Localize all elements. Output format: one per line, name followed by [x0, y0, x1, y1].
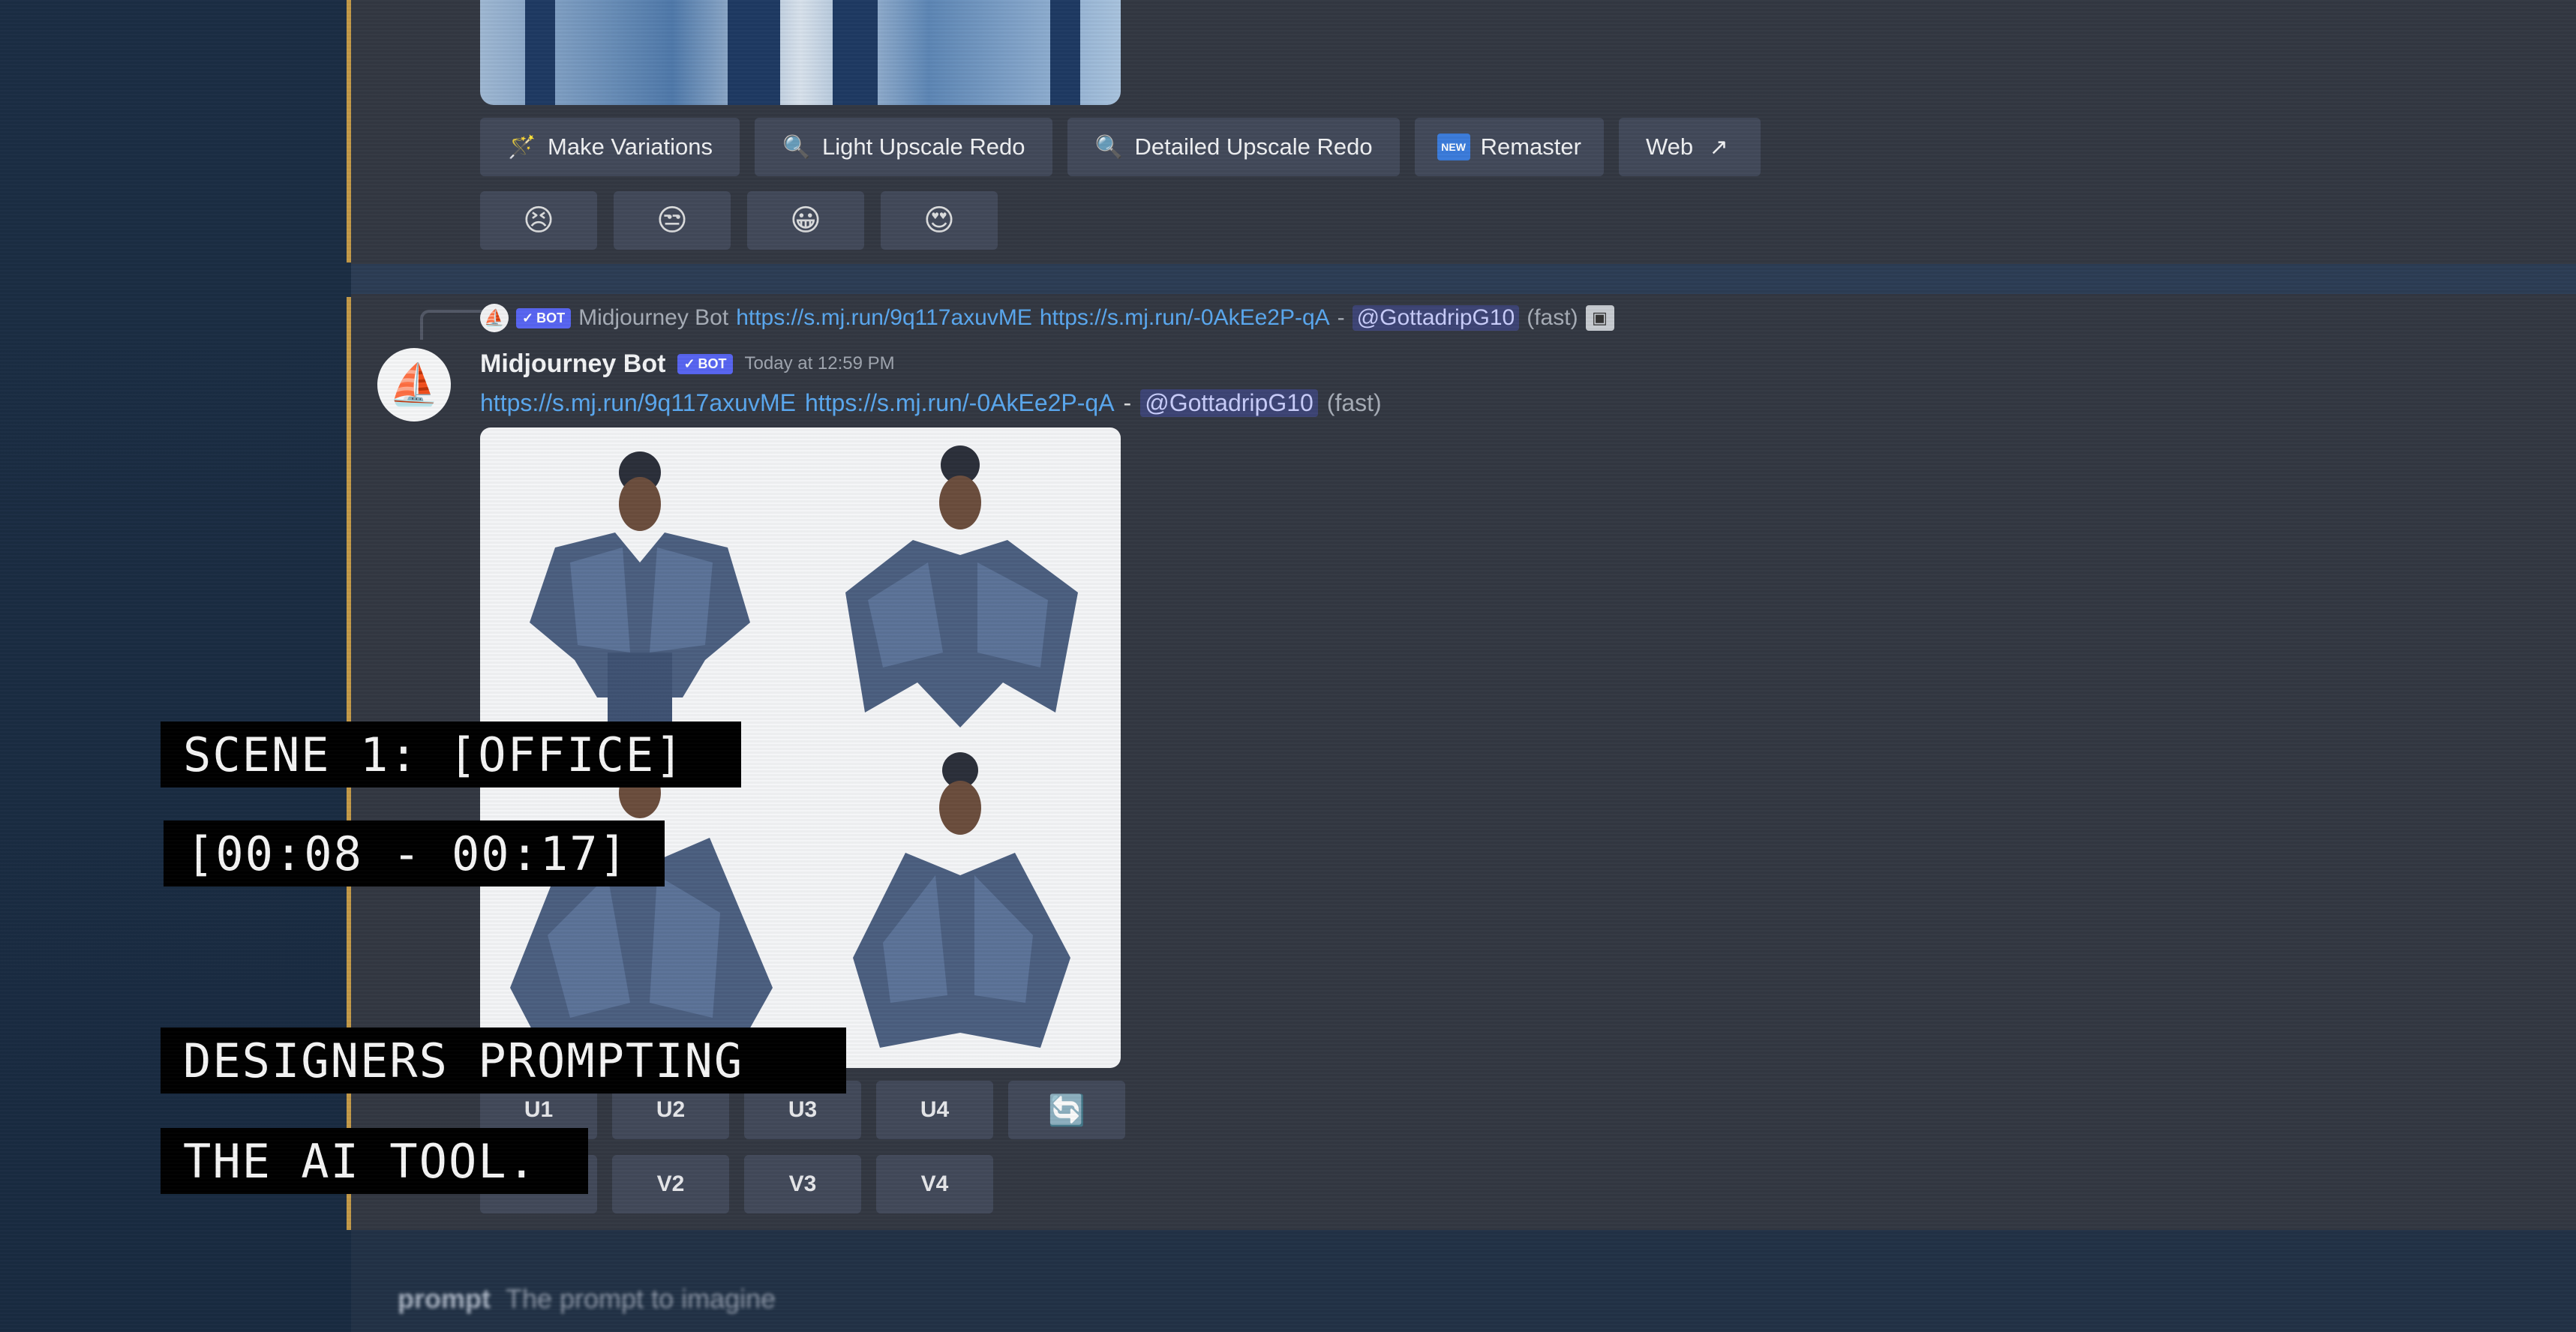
- username[interactable]: Midjourney Bot: [480, 350, 665, 379]
- reply-link[interactable]: https://s.mj.run/9q117axuvME: [736, 305, 1032, 331]
- bot-badge-label: BOT: [698, 356, 727, 371]
- scene-caption: SCENE 1: [OFFICE]: [161, 722, 741, 788]
- reply-connector: [420, 310, 483, 340]
- grid-image-3: [480, 748, 800, 1068]
- message-header: Midjourney Bot ✓ BOT Today at 12:59 PM: [480, 343, 895, 385]
- button-label: Detailed Upscale Redo: [1134, 134, 1373, 160]
- reply-reference[interactable]: ⛵ ✓ BOT Midjourney Bot https://s.mj.run/…: [480, 300, 1614, 336]
- detailed-upscale-redo-button[interactable]: 🔍 Detailed Upscale Redo: [1067, 118, 1400, 176]
- new-badge-icon: NEW: [1437, 134, 1470, 160]
- external-link-icon: ↗: [1709, 134, 1728, 160]
- bot-badge-label: BOT: [536, 310, 566, 326]
- sailboat-icon: ⛵: [480, 304, 509, 332]
- u4-button[interactable]: U4: [876, 1081, 993, 1139]
- previous-image-attachment[interactable]: [480, 0, 1121, 105]
- reply-link[interactable]: https://s.mj.run/-0AkEe2P-qA: [1040, 305, 1330, 331]
- description-caption-line-1: DESIGNERS PROMPTING: [161, 1028, 846, 1094]
- previous-message-actions: 🪄 Make Variations 🔍 Light Upscale Redo 🔍…: [480, 118, 1761, 176]
- mode-label: (fast): [1527, 305, 1578, 330]
- message-accent-bar: [347, 0, 351, 262]
- prompt-option-label: prompt: [398, 1283, 491, 1314]
- mode-label: (fast): [1326, 388, 1382, 416]
- message-content: https://s.mj.run/9q117axuvME https://s.m…: [480, 384, 1382, 422]
- message-link[interactable]: https://s.mj.run/-0AkEe2P-qA: [805, 389, 1115, 417]
- magic-wand-icon: 🪄: [508, 134, 536, 160]
- grid-image-2: [800, 428, 1121, 748]
- unamused-face-icon[interactable]: 😒: [614, 191, 731, 250]
- heart-eyes-icon[interactable]: 😍: [881, 191, 998, 250]
- message-divider: [351, 264, 2576, 294]
- make-variations-button[interactable]: 🪄 Make Variations: [480, 118, 740, 176]
- button-label: Remaster: [1480, 134, 1581, 160]
- description-caption-line-2: THE AI TOOL.: [161, 1128, 588, 1194]
- reroll-button[interactable]: 🔄: [1008, 1081, 1125, 1139]
- light-upscale-redo-button[interactable]: 🔍 Light Upscale Redo: [754, 118, 1052, 176]
- rating-reactions: 😣 😒 😀 😍: [480, 191, 998, 250]
- verified-check-icon: ✓: [522, 310, 534, 326]
- v3-button[interactable]: V3: [744, 1155, 861, 1214]
- separator: -: [1123, 388, 1132, 416]
- avatar[interactable]: ⛵: [377, 348, 451, 422]
- separator: -: [1337, 305, 1345, 330]
- prompt-placeholder: The prompt to imagine: [505, 1283, 776, 1314]
- bot-badge: ✓ BOT: [677, 353, 733, 374]
- image-icon: ▣: [1585, 305, 1614, 331]
- smiley-face-icon[interactable]: 😀: [747, 191, 864, 250]
- user-mention[interactable]: @GottadripG10: [1140, 388, 1318, 417]
- timestamp: Today at 12:59 PM: [744, 353, 895, 374]
- verified-check-icon: ✓: [683, 356, 695, 371]
- v2-button[interactable]: V2: [612, 1155, 729, 1214]
- grid-image-4: [800, 748, 1121, 1068]
- sailboat-icon: ⛵: [389, 361, 440, 408]
- bot-badge: ✓ BOT: [516, 308, 572, 328]
- remaster-button[interactable]: NEW Remaster: [1414, 118, 1604, 176]
- message-link[interactable]: https://s.mj.run/9q117axuvME: [480, 389, 796, 417]
- button-label: Web: [1645, 134, 1694, 160]
- magnifier-icon: 🔍: [782, 134, 811, 160]
- user-mention[interactable]: @GottadripG10: [1352, 305, 1520, 331]
- refresh-icon: 🔄: [1048, 1094, 1085, 1127]
- grid-image-1: [480, 428, 800, 748]
- tired-face-icon[interactable]: 😣: [480, 191, 597, 250]
- web-button[interactable]: Web ↗: [1618, 118, 1761, 176]
- button-label: Make Variations: [548, 134, 713, 160]
- timecode-caption: [00:08 - 00:17]: [164, 820, 665, 886]
- magnifier-icon: 🔍: [1094, 134, 1124, 160]
- v4-button[interactable]: V4: [876, 1155, 993, 1214]
- button-label: Light Upscale Redo: [821, 134, 1025, 160]
- prompt-input[interactable]: prompt The prompt to imagine: [398, 1275, 2543, 1323]
- reply-author[interactable]: Midjourney Bot: [578, 305, 728, 331]
